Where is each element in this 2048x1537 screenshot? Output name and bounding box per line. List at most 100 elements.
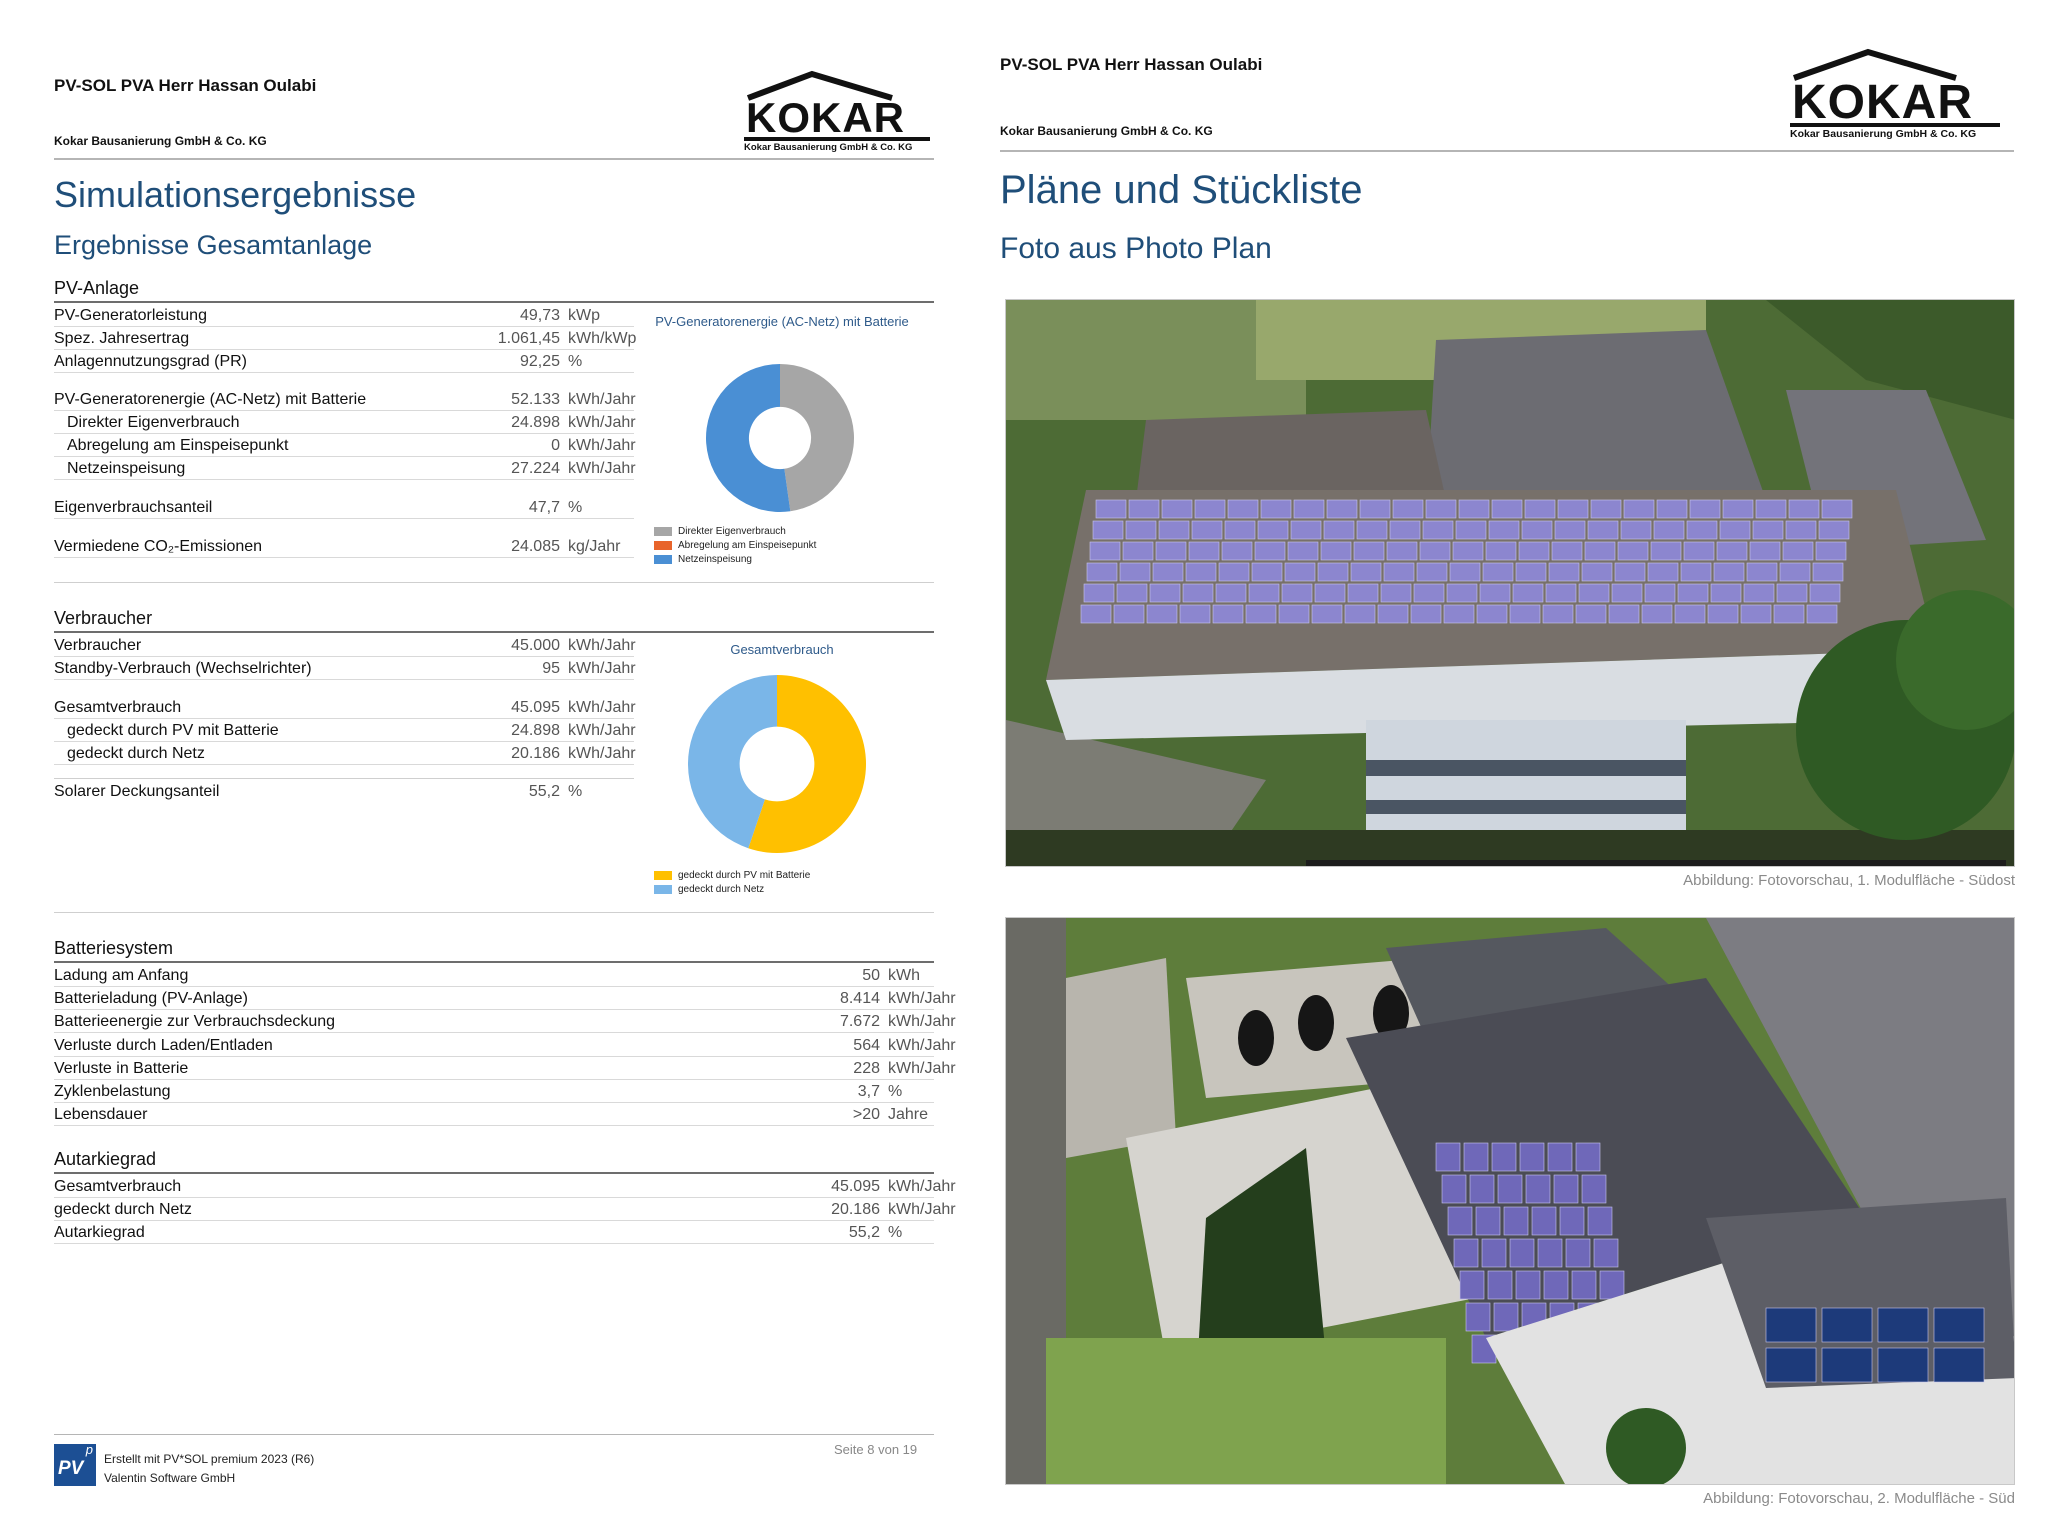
section-verbraucher: Verbraucher (54, 607, 934, 633)
solar-panel (1353, 541, 1385, 561)
solar-panel (1344, 604, 1376, 624)
table-row: Verbraucher 45.000 kWh/Jahr (54, 634, 636, 657)
solar-panel (1554, 520, 1586, 540)
row-value: 228 (853, 1059, 880, 1077)
solar-panel (1479, 583, 1511, 603)
solar-panel (1743, 583, 1775, 603)
row-unit: kWh/Jahr (568, 722, 636, 739)
solar-panel (1251, 562, 1283, 582)
solar-panel (1620, 520, 1652, 540)
table-row: Zyklenbelastung 3,7% (54, 1080, 934, 1103)
solar-panel (1491, 1142, 1517, 1172)
page-title: Simulationsergebnisse (54, 174, 417, 215)
solar-panel (1227, 499, 1259, 519)
row-label: Anlagennutzungsgrad (PR) (54, 353, 248, 370)
row-value: 24.898 (511, 414, 560, 431)
table-row: Verluste durch Laden/Entladen 564 kWh/Jahr (54, 1034, 956, 1057)
row-value: 564 (853, 1036, 880, 1054)
solar-panel (1488, 520, 1520, 540)
solar-panel (1525, 1174, 1551, 1204)
solar-panel (1452, 541, 1484, 561)
solar-panel (1608, 604, 1640, 624)
legend-label: gedeckt durch Netz (678, 883, 765, 895)
kokar-logo: KOKAR Kokar Bausanierung GmbH & Co. KG (1788, 46, 2002, 140)
row-label: Verluste in Batterie (54, 1059, 189, 1077)
solar-panel (1377, 604, 1409, 624)
solar-panel (1116, 583, 1148, 603)
legend-item: gedeckt durch Netz (654, 882, 810, 896)
page-subtitle: Ergebnisse Gesamtanlage (54, 230, 373, 260)
row-value: 47,7 (528, 499, 560, 516)
solar-panel (1086, 562, 1118, 582)
row-label: gedeckt durch PV mit Batterie (67, 722, 279, 739)
row-label: Spez. Jahresertrag (54, 330, 190, 347)
solar-panel (1531, 1206, 1557, 1236)
solar-panel (1521, 520, 1553, 540)
solar-panel (1323, 520, 1355, 540)
solar-panel (1524, 499, 1556, 519)
header-rule (1000, 150, 2014, 152)
solar-panel (1221, 541, 1253, 561)
row-label: Eigenverbrauchsanteil (54, 499, 213, 516)
section-title: Verbraucher (54, 608, 153, 628)
row-value: 52.133 (511, 391, 560, 408)
row-value: 8.414 (839, 990, 880, 1008)
solar-panel (1776, 583, 1808, 603)
solar-panel (1779, 562, 1811, 582)
solar-panel (1641, 604, 1673, 624)
solar-panel (1254, 541, 1286, 561)
solar-panel (1519, 1142, 1545, 1172)
solar-panel (1487, 1270, 1513, 1300)
row-unit: % (568, 499, 583, 516)
solar-panel (1080, 604, 1112, 624)
footer-vendor: Valentin Software GmbH (104, 1471, 236, 1485)
solar-panel (1410, 604, 1442, 624)
solar-panel (1686, 520, 1718, 540)
row-value: 45.095 (831, 1178, 880, 1195)
section-pv-anlage: PV-Anlage (54, 277, 934, 303)
table-row: Anlagennutzungsgrad (PR) 92,25 % (54, 350, 634, 373)
header-company: Kokar Bausanierung GmbH & Co. KG (54, 134, 267, 148)
table-row: Batterieenergie zur Verbrauchsdeckung 7.6… (54, 1010, 956, 1034)
solar-panel (1455, 520, 1487, 540)
solar-panel (1677, 583, 1709, 603)
table-row: Abregelung am Einspeisepunkt 0 kWh/Jahr (54, 434, 636, 457)
solar-panel (1587, 1206, 1613, 1236)
solar-panel (1290, 520, 1322, 540)
solar-panel (1746, 562, 1778, 582)
solar-panel (1248, 583, 1280, 603)
solar-panel (1548, 562, 1580, 582)
solar-panel (1512, 583, 1544, 603)
solar-panel (1788, 499, 1820, 519)
section-title: Autarkiegrad (54, 1149, 157, 1169)
legend-label: Abregelung am Einspeisepunkt (678, 539, 817, 551)
solar-panel (1356, 520, 1388, 540)
solar-panel (1158, 520, 1190, 540)
solar-panel (1578, 583, 1610, 603)
section-divider (54, 582, 934, 583)
pvsol-logo-text: PV (58, 1458, 84, 1479)
donut-chart-generator (706, 364, 855, 512)
row-label: Standby-Verbrauch (Wechselrichter) (54, 660, 312, 677)
row-label: PV-Generatorleistung (54, 307, 207, 324)
solar-panel (1463, 1142, 1489, 1172)
row-unit: % (888, 1083, 903, 1100)
solar-panel (1215, 583, 1247, 603)
table-row: Eigenverbrauchsanteil 47,7 % (54, 496, 634, 519)
solar-panel (1386, 541, 1418, 561)
solar-panel (1587, 520, 1619, 540)
table-row: Autarkiegrad 55,2% (54, 1221, 934, 1245)
solar-panel (1095, 499, 1127, 519)
solar-panel (1773, 604, 1805, 624)
solar-panel (1125, 520, 1157, 540)
legend-item: Netzeinspeisung (654, 552, 816, 566)
row-label: Zyklenbelastung (54, 1083, 171, 1100)
solar-panel (1644, 583, 1676, 603)
table-row: Direkter Eigenverbrauch 24.898 kWh/Jahr (54, 411, 636, 434)
table-row: gedeckt durch PV mit Batterie 24.898 kWh… (54, 719, 636, 742)
section-rule (54, 301, 934, 303)
solar-panel (1509, 604, 1541, 624)
row-unit: % (568, 783, 583, 800)
row-label: Gesamtverbrauch (54, 1178, 182, 1195)
solar-panel (1458, 499, 1490, 519)
